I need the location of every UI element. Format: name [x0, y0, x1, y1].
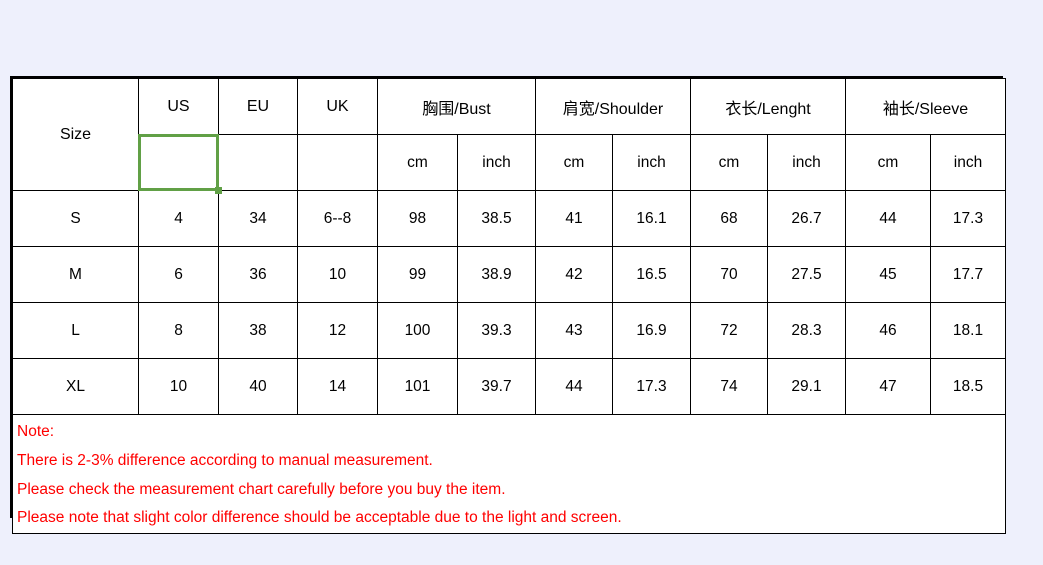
unit-cell-bust-inch[interactable]: inch [457, 134, 536, 191]
cell-bust-cm[interactable]: 101 [377, 358, 458, 415]
table-row: S 4 34 6--8 98 38.5 41 16.1 68 26.7 44 1… [12, 190, 1007, 247]
unit-cell-length-inch[interactable]: inch [766, 134, 847, 191]
table-header-unit-row: cm inch cm inch cm inch cm inch [13, 134, 1007, 194]
cell-length-cm[interactable]: 70 [690, 246, 768, 303]
cell-length-cm[interactable]: 68 [690, 190, 768, 247]
header-length: 衣长/Lenght [689, 78, 847, 135]
unit-length-cm-label: cm [718, 153, 740, 171]
cell-us[interactable]: 4 [138, 190, 219, 247]
cell-size[interactable]: S [12, 190, 139, 247]
table-row: XL 10 40 14 101 39.7 44 17.3 74 29.1 47 … [12, 358, 1007, 415]
header-us: US [138, 78, 219, 135]
cell-uk[interactable]: 6--8 [297, 190, 378, 247]
cell-size[interactable]: XL [12, 358, 139, 415]
header-uk: UK [297, 78, 378, 135]
cell-bust-inch[interactable]: 39.3 [457, 302, 536, 359]
cell-size[interactable]: M [12, 246, 139, 303]
cell-sleeve-inch[interactable]: 18.5 [930, 358, 1007, 415]
unit-cell-length-cm[interactable]: cm [690, 134, 768, 191]
cell-us[interactable]: 6 [138, 246, 219, 303]
cell-shoulder-inch[interactable]: 16.1 [612, 190, 691, 247]
note-line-check-chart: Please check the measurement chart caref… [17, 480, 506, 498]
unit-cell-bust-cm[interactable]: cm [377, 134, 458, 191]
unit-sleeve-cm-label: cm [877, 153, 899, 171]
cell-length-inch[interactable]: 27.5 [766, 246, 847, 303]
cell-shoulder-cm[interactable]: 44 [535, 358, 613, 415]
cell-bust-inch[interactable]: 38.9 [457, 246, 536, 303]
unit-cell-shoulder-cm[interactable]: cm [535, 134, 613, 191]
table-header-group-row: Size US EU UK 胸围/Bust 肩宽/Shoulder 衣长/Len… [12, 78, 1007, 191]
header-bust: 胸围/Bust [377, 78, 536, 135]
header-size-label: Size [59, 125, 92, 143]
cell-size[interactable]: L [12, 302, 139, 359]
header-bust-label: 胸围/Bust [422, 100, 491, 118]
cell-eu[interactable]: 36 [218, 246, 298, 303]
unit-cell-uk[interactable] [297, 134, 378, 191]
cell-shoulder-cm[interactable]: 43 [535, 302, 613, 359]
header-shoulder-label: 肩宽/Shoulder [562, 100, 664, 118]
cell-bust-cm[interactable]: 100 [377, 302, 458, 359]
unit-shoulder-inch-label: inch [637, 153, 666, 171]
cell-length-cm[interactable]: 74 [690, 358, 768, 415]
header-length-label: 衣长/Lenght [725, 100, 811, 118]
size-chart-container: Size US EU UK 胸围/Bust 肩宽/Shoulder 衣长/Len… [10, 76, 1007, 535]
unit-cell-us-selected[interactable] [138, 134, 222, 194]
cell-sleeve-inch[interactable]: 17.3 [930, 190, 1007, 247]
header-eu-label: EU [246, 97, 270, 115]
table-row: M 6 36 10 99 38.9 42 16.5 70 27.5 45 17.… [12, 246, 1007, 303]
cell-eu[interactable]: 34 [218, 190, 298, 247]
cell-shoulder-inch[interactable]: 16.9 [612, 302, 691, 359]
header-sleeve: 袖长/Sleeve [845, 78, 1007, 135]
unit-shoulder-cm-label: cm [563, 153, 585, 171]
cell-length-inch[interactable]: 29.1 [766, 358, 847, 415]
cell-sleeve-cm[interactable]: 44 [845, 190, 932, 247]
cell-uk[interactable]: 14 [297, 358, 378, 415]
cell-bust-cm[interactable]: 98 [377, 190, 458, 247]
cell-eu[interactable]: 40 [218, 358, 298, 415]
note-text-block: Note: There is 2-3% difference according… [17, 418, 1005, 533]
cell-sleeve-cm[interactable]: 46 [845, 302, 932, 359]
header-uk-label: UK [326, 97, 349, 115]
cell-length-inch[interactable]: 28.3 [766, 302, 847, 359]
header-size: Size [12, 78, 139, 191]
cell-sleeve-inch[interactable]: 17.7 [930, 246, 1007, 303]
unit-cell-shoulder-inch[interactable]: inch [612, 134, 691, 191]
cell-bust-inch[interactable]: 38.5 [457, 190, 536, 247]
size-chart-table: Size US EU UK 胸围/Bust 肩宽/Shoulder 衣长/Len… [11, 78, 1007, 535]
note-line-measurement-tolerance: There is 2-3% difference according to ma… [17, 451, 433, 469]
header-shoulder: 肩宽/Shoulder [535, 78, 691, 135]
cell-us[interactable]: 10 [138, 358, 219, 415]
cell-length-cm[interactable]: 72 [690, 302, 768, 359]
cell-uk[interactable]: 10 [297, 246, 378, 303]
cell-uk[interactable]: 12 [297, 302, 378, 359]
cell-eu[interactable]: 38 [218, 302, 298, 359]
unit-sleeve-inch-label: inch [953, 153, 983, 171]
note-line-title: Note: [17, 423, 55, 440]
unit-cell-eu[interactable] [218, 134, 298, 191]
note-cell[interactable]: Note: There is 2-3% difference according… [11, 413, 1007, 535]
cell-sleeve-cm[interactable]: 47 [845, 358, 932, 415]
unit-cell-sleeve-inch[interactable]: inch [930, 134, 1007, 191]
header-sleeve-label: 袖长/Sleeve [882, 100, 969, 118]
cell-us[interactable]: 8 [138, 302, 219, 359]
cell-sleeve-cm[interactable]: 45 [845, 246, 932, 303]
cell-bust-cm[interactable]: 99 [377, 246, 458, 303]
cell-shoulder-cm[interactable]: 41 [535, 190, 613, 247]
header-us-label: US [167, 97, 190, 115]
cell-shoulder-inch[interactable]: 17.3 [612, 358, 691, 415]
cell-sleeve-inch[interactable]: 18.1 [930, 302, 1007, 359]
cell-selection-outline [138, 134, 219, 191]
unit-length-inch-label: inch [792, 153, 821, 171]
cell-shoulder-inch[interactable]: 16.5 [612, 246, 691, 303]
note-line-color-difference: Please note that slight color difference… [17, 509, 622, 527]
table-row: L 8 38 12 100 39.3 43 16.9 72 28.3 46 18… [12, 302, 1007, 359]
cell-shoulder-cm[interactable]: 42 [535, 246, 613, 303]
note-row: Note: There is 2-3% difference according… [11, 413, 1007, 535]
cell-bust-inch[interactable]: 39.7 [457, 358, 536, 415]
unit-bust-inch-label: inch [482, 153, 511, 171]
header-eu: EU [218, 78, 298, 135]
cell-length-inch[interactable]: 26.7 [766, 190, 847, 247]
unit-bust-cm-label: cm [407, 153, 428, 171]
unit-cell-sleeve-cm[interactable]: cm [845, 134, 932, 191]
